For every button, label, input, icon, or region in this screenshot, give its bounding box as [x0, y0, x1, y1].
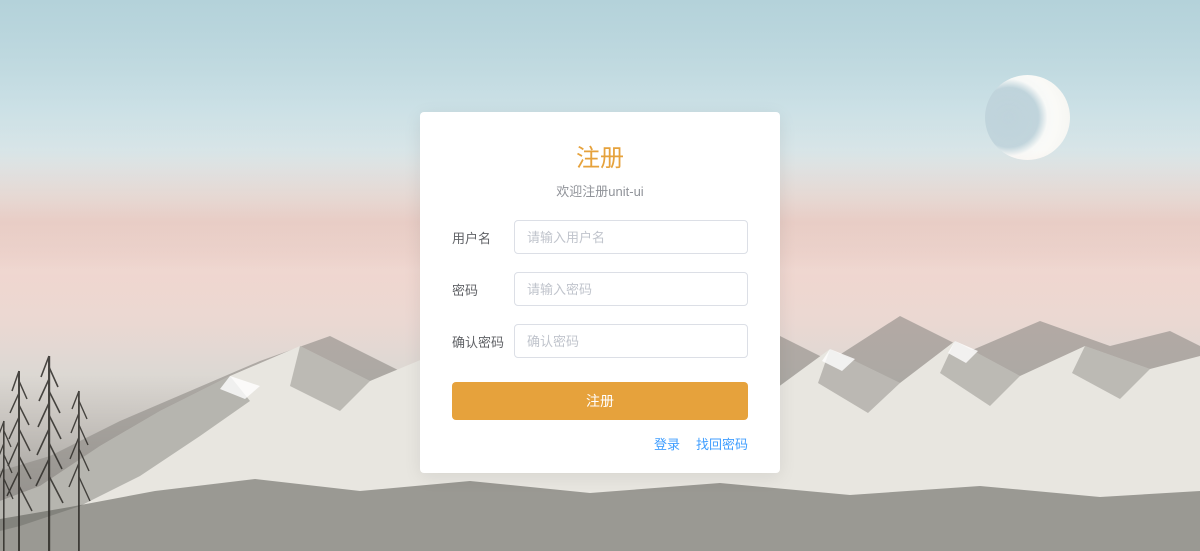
trees-svg: [0, 321, 180, 551]
form-links: 登录 找回密码: [452, 434, 748, 453]
register-form-card: 注册 欢迎注册unit-ui 用户名 密码 确认密码 注册 登录 找回密码: [420, 112, 780, 473]
moon-icon: [985, 75, 1070, 160]
confirm-password-input[interactable]: [514, 324, 748, 358]
password-label: 密码: [452, 280, 514, 299]
form-subtitle: 欢迎注册unit-ui: [452, 181, 748, 200]
form-title: 注册: [452, 138, 748, 173]
recover-password-link[interactable]: 找回密码: [696, 434, 748, 453]
username-row: 用户名: [452, 220, 748, 254]
password-input[interactable]: [514, 272, 748, 306]
password-row: 密码: [452, 272, 748, 306]
register-button[interactable]: 注册: [452, 382, 748, 420]
confirm-password-row: 确认密码: [452, 324, 748, 358]
username-label: 用户名: [452, 228, 514, 247]
confirm-password-label: 确认密码: [452, 332, 514, 351]
username-input[interactable]: [514, 220, 748, 254]
login-link[interactable]: 登录: [654, 434, 680, 453]
